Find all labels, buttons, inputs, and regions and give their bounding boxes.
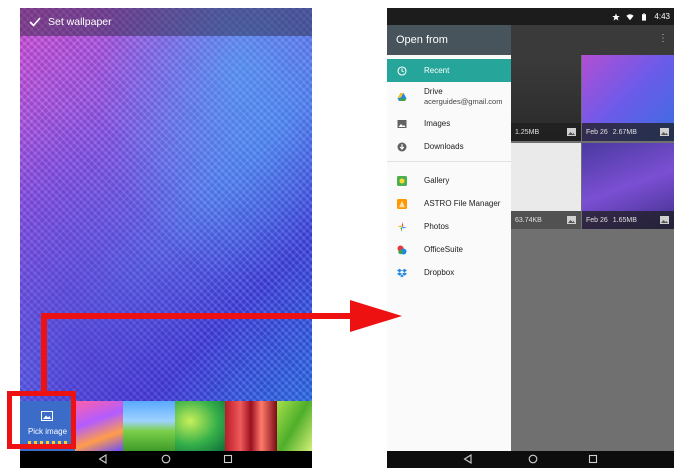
check-icon[interactable] [28, 15, 42, 29]
card-footer: Feb 26 1.65MB [582, 211, 674, 229]
wallpaper-thumbnail[interactable] [123, 401, 175, 451]
drawer-item-label: Drive [424, 87, 443, 96]
image-icon [660, 216, 669, 224]
status-bar: 4:43 [387, 8, 674, 25]
card-footer: 63.74KB [511, 211, 581, 229]
recent-file-card[interactable]: 1.25MB [511, 55, 581, 141]
drive-icon [397, 93, 407, 101]
card-footer: 1.25MB [511, 123, 581, 141]
drawer-item-label: Recent [424, 65, 450, 75]
drawer-header: Open from [387, 25, 511, 55]
back-icon[interactable] [463, 454, 473, 464]
drive-account: acerguides@gmail.com [424, 97, 503, 106]
drawer-item-label: ASTRO File Manager [424, 198, 501, 208]
drawer-item-label: Gallery [424, 175, 450, 185]
navigation-bar [20, 451, 312, 468]
drawer-item-drive[interactable]: Drive acerguides@gmail.com [387, 82, 511, 112]
wallpaper-thumbnail[interactable] [225, 401, 277, 451]
drawer-item-recent[interactable]: Recent [387, 59, 511, 82]
recents-icon[interactable] [223, 454, 233, 464]
recent-files-grid: 1.25MB Feb 26 2.67MB 63.74KB Feb 26 1.65… [511, 55, 674, 451]
gallery-icon [397, 175, 407, 186]
home-icon[interactable] [528, 454, 538, 464]
drawer-item-dropbox[interactable]: Dropbox [387, 261, 511, 284]
set-wallpaper-button[interactable]: Set wallpaper [48, 16, 112, 28]
wallpaper-thumbnail[interactable] [75, 401, 123, 451]
wallpaper-preview [20, 8, 312, 401]
status-time: 4:43 [654, 12, 670, 21]
back-icon[interactable] [98, 454, 108, 464]
image-icon [397, 119, 407, 128]
home-icon[interactable] [161, 454, 171, 464]
image-icon [567, 128, 576, 136]
background-app-bar: ⋮ [511, 25, 674, 55]
clock-icon [397, 65, 407, 76]
drawer-item-label: Photos [424, 221, 449, 231]
drawer-item-photos[interactable]: Photos [387, 215, 511, 238]
officesuite-icon [397, 245, 407, 254]
card-footer: Feb 26 2.67MB [582, 123, 674, 141]
wallpaper-thumbnail[interactable] [277, 401, 312, 451]
wifi-icon [626, 13, 635, 20]
drawer-item-downloads[interactable]: Downloads [387, 135, 511, 158]
file-size: 1.25MB [515, 128, 540, 136]
drawer-divider [387, 161, 511, 162]
photos-icon [397, 221, 407, 232]
drawer-item-gallery[interactable]: Gallery [387, 169, 511, 192]
astro-icon [397, 198, 407, 209]
recents-icon[interactable] [588, 454, 598, 464]
file-size: 63.74KB [515, 216, 542, 224]
download-icon [397, 142, 407, 151]
battery-icon [642, 12, 647, 21]
file-size: 1.65MB [612, 216, 637, 224]
pick-image-highlight [7, 391, 76, 449]
star-icon [612, 12, 621, 21]
wallpaper-toolbar: Set wallpaper [20, 8, 312, 36]
file-date: Feb 26 [586, 128, 608, 136]
drawer-title: Open from [396, 34, 448, 46]
drawer-list: Recent Drive acerguides@gmail.com Images… [387, 55, 511, 284]
recent-file-card[interactable]: Feb 26 1.65MB [582, 143, 674, 229]
image-icon [567, 216, 576, 224]
file-size: 2.67MB [612, 128, 637, 136]
drawer-item-label: Downloads [424, 141, 464, 151]
open-from-drawer: Open from Recent Drive acerguides@gmail.… [387, 25, 511, 451]
overflow-menu-icon[interactable]: ⋮ [658, 33, 668, 44]
wallpaper-thumbnail[interactable] [175, 401, 225, 451]
drawer-item-officesuite[interactable]: OfficeSuite [387, 238, 511, 261]
file-date: Feb 26 [586, 216, 608, 224]
drawer-item-label: Images [424, 118, 451, 128]
navigation-bar [387, 451, 674, 468]
open-from-screen: 4:43 ⋮ 1.25MB Feb 26 2.67MB 63.74KB Feb … [387, 8, 674, 468]
recent-file-card[interactable]: 63.74KB [511, 143, 581, 229]
recent-file-card[interactable]: Feb 26 2.67MB [582, 55, 674, 141]
dropbox-icon [397, 268, 407, 277]
drawer-item-label: Dropbox [424, 267, 455, 277]
drawer-item-astro[interactable]: ASTRO File Manager [387, 192, 511, 215]
drawer-item-label: OfficeSuite [424, 244, 463, 254]
image-icon [660, 128, 669, 136]
drawer-item-images[interactable]: Images [387, 112, 511, 135]
